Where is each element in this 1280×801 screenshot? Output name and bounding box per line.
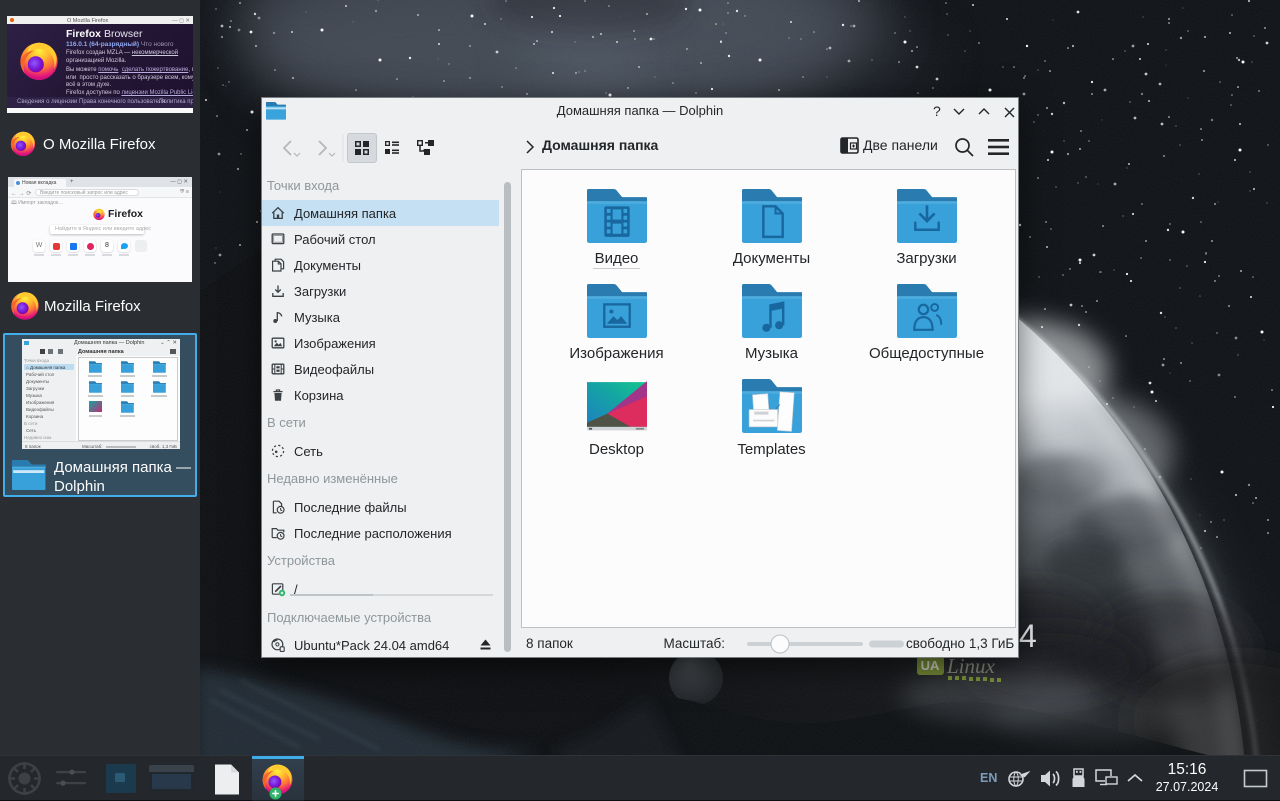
svg-text:?: ?	[933, 103, 941, 119]
svg-text:UA: UA	[921, 658, 940, 673]
svg-text:4: 4	[1019, 618, 1037, 654]
